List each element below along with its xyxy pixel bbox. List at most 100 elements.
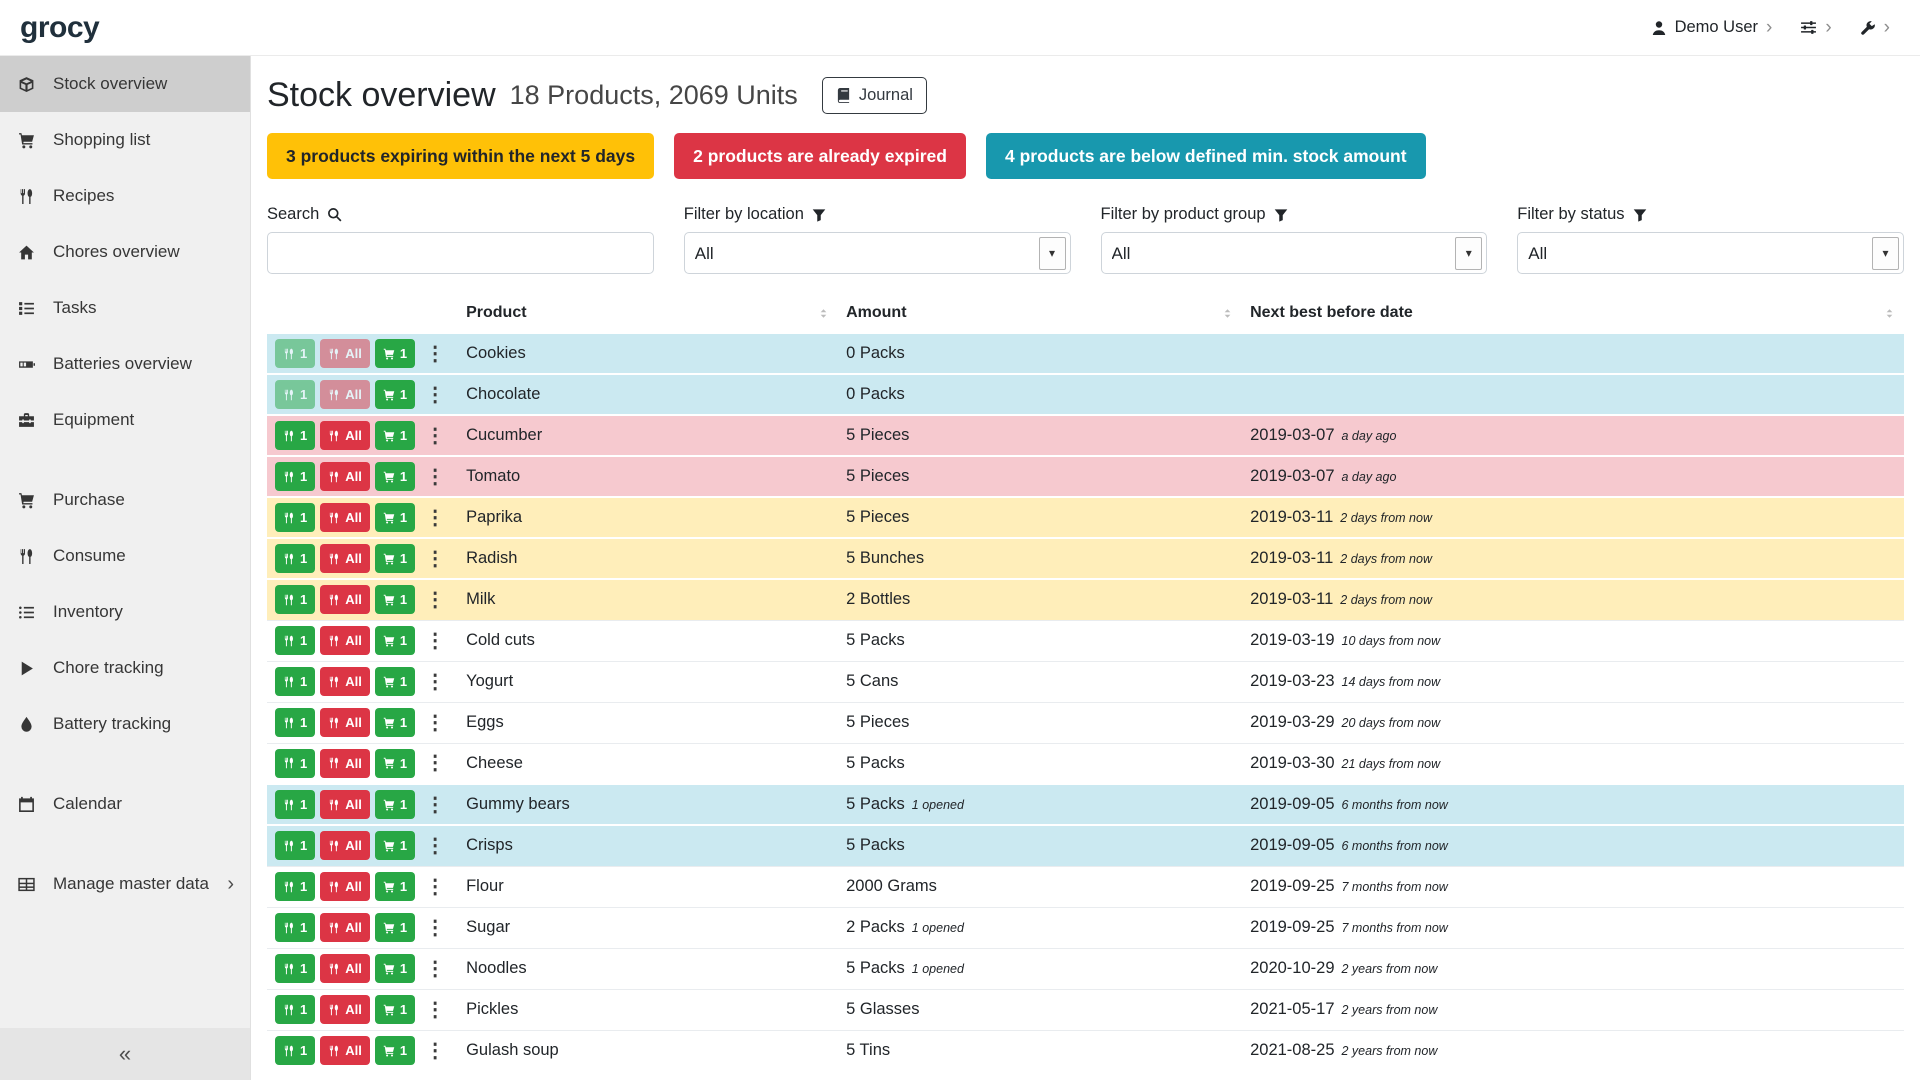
consume-all-button[interactable]: All [320,708,370,737]
consume-one-button[interactable]: 1 [275,872,315,901]
sort-icon[interactable] [1883,307,1896,320]
add-to-shopping-list-button[interactable]: 1 [375,708,415,737]
add-to-shopping-list-button[interactable]: 1 [375,831,415,860]
row-menu-button[interactable]: ⋮ [420,713,450,733]
row-menu-button[interactable]: ⋮ [420,1000,450,1020]
consume-all-button[interactable]: All [320,1036,370,1065]
row-menu-button[interactable]: ⋮ [420,385,450,405]
consume-all-button[interactable]: All [320,626,370,655]
consume-one-button[interactable]: 1 [275,421,315,450]
product-row[interactable]: 1All1⋮Cold cuts5 Packs2019-03-1910 days … [267,620,1904,661]
consume-one-button[interactable]: 1 [275,790,315,819]
sidebar-item-chore-tracking[interactable]: Chore tracking [0,640,250,696]
add-to-shopping-list-button[interactable]: 1 [375,913,415,942]
sidebar-item-inventory[interactable]: Inventory [0,584,250,640]
row-menu-button[interactable]: ⋮ [420,959,450,979]
product-row[interactable]: 1All1⋮Flour2000 Grams2019-09-257 months … [267,866,1904,907]
sort-icon[interactable] [1221,307,1234,320]
row-menu-button[interactable]: ⋮ [420,467,450,487]
consume-all-button[interactable]: All [320,380,370,409]
row-menu-button[interactable]: ⋮ [420,836,450,856]
consume-one-button[interactable]: 1 [275,995,315,1024]
product-row[interactable]: 1All1⋮Gummy bears5 Packs1 opened2019-09-… [267,784,1904,825]
add-to-shopping-list-button[interactable]: 1 [375,790,415,819]
consume-one-button[interactable]: 1 [275,954,315,983]
consume-all-button[interactable]: All [320,872,370,901]
journal-button[interactable]: Journal [822,77,927,114]
add-to-shopping-list-button[interactable]: 1 [375,626,415,655]
consume-all-button[interactable]: All [320,790,370,819]
sort-icon[interactable] [817,307,830,320]
consume-one-button[interactable]: 1 [275,462,315,491]
add-to-shopping-list-button[interactable]: 1 [375,995,415,1024]
sidebar-item-shopping-list[interactable]: Shopping list [0,112,250,168]
app-logo[interactable]: grocy [20,11,99,45]
sidebar-item-calendar[interactable]: Calendar [0,776,250,832]
add-to-shopping-list-button[interactable]: 1 [375,585,415,614]
sidebar-item-battery-tracking[interactable]: Battery tracking [0,696,250,752]
consume-all-button[interactable]: All [320,749,370,778]
product-row[interactable]: 1All1⋮Cucumber5 Pieces2019-03-07a day ag… [267,415,1904,456]
alert-below-min-stock[interactable]: 4 products are below defined min. stock … [986,133,1426,179]
sidebar-item-tasks[interactable]: Tasks [0,280,250,336]
consume-one-button[interactable]: 1 [275,380,315,409]
add-to-shopping-list-button[interactable]: 1 [375,667,415,696]
product-row[interactable]: 1All1⋮Milk2 Bottles2019-03-112 days from… [267,579,1904,620]
product-row[interactable]: 1All1⋮Eggs5 Pieces2019-03-2920 days from… [267,702,1904,743]
consume-all-button[interactable]: All [320,544,370,573]
add-to-shopping-list-button[interactable]: 1 [375,421,415,450]
row-menu-button[interactable]: ⋮ [420,590,450,610]
consume-all-button[interactable]: All [320,462,370,491]
amount-column-header[interactable]: Amount [838,298,1242,333]
consume-one-button[interactable]: 1 [275,544,315,573]
consume-one-button[interactable]: 1 [275,749,315,778]
add-to-shopping-list-button[interactable]: 1 [375,544,415,573]
product-row[interactable]: 1All1⋮Cheese5 Packs2019-03-3021 days fro… [267,743,1904,784]
sidebar-item-consume[interactable]: Consume [0,528,250,584]
product-row[interactable]: 1All1⋮Noodles5 Packs1 opened2020-10-292 … [267,948,1904,989]
add-to-shopping-list-button[interactable]: 1 [375,339,415,368]
consume-all-button[interactable]: All [320,954,370,983]
consume-all-button[interactable]: All [320,667,370,696]
row-menu-button[interactable]: ⋮ [420,753,450,773]
add-to-shopping-list-button[interactable]: 1 [375,380,415,409]
consume-all-button[interactable]: All [320,995,370,1024]
consume-one-button[interactable]: 1 [275,1036,315,1065]
product-row[interactable]: 1All1⋮Tomato5 Pieces2019-03-07a day ago [267,456,1904,497]
consume-all-button[interactable]: All [320,585,370,614]
consume-all-button[interactable]: All [320,339,370,368]
consume-one-button[interactable]: 1 [275,667,315,696]
product-row[interactable]: 1All1⋮Cookies0 Packs [267,333,1904,374]
consume-one-button[interactable]: 1 [275,708,315,737]
row-menu-button[interactable]: ⋮ [420,344,450,364]
settings-menu[interactable]: › [1800,18,1831,37]
add-to-shopping-list-button[interactable]: 1 [375,462,415,491]
product-column-header[interactable]: Product [458,298,838,333]
search-input[interactable] [267,232,654,274]
product-row[interactable]: 1All1⋮Chocolate0 Packs [267,374,1904,415]
consume-all-button[interactable]: All [320,503,370,532]
user-menu[interactable]: Demo User › [1651,18,1773,37]
sidebar-item-recipes[interactable]: Recipes [0,168,250,224]
sidebar-item-manage-master-data[interactable]: Manage master data› [0,856,250,912]
add-to-shopping-list-button[interactable]: 1 [375,749,415,778]
row-menu-button[interactable]: ⋮ [420,795,450,815]
row-menu-button[interactable]: ⋮ [420,508,450,528]
product-row[interactable]: 1All1⋮Pickles5 Glasses2021-05-172 years … [267,989,1904,1030]
sidebar-item-batteries-overview[interactable]: Batteries overview [0,336,250,392]
product-row[interactable]: 1All1⋮Yogurt5 Cans2019-03-2314 days from… [267,661,1904,702]
row-menu-button[interactable]: ⋮ [420,877,450,897]
consume-one-button[interactable]: 1 [275,585,315,614]
add-to-shopping-list-button[interactable]: 1 [375,503,415,532]
location-filter-select[interactable]: All [684,232,1071,274]
add-to-shopping-list-button[interactable]: 1 [375,1036,415,1065]
consume-all-button[interactable]: All [320,831,370,860]
row-menu-button[interactable]: ⋮ [420,918,450,938]
product-row[interactable]: 1All1⋮Gulash soup5 Tins2021-08-252 years… [267,1030,1904,1071]
sidebar-item-chores-overview[interactable]: Chores overview [0,224,250,280]
add-to-shopping-list-button[interactable]: 1 [375,872,415,901]
row-menu-button[interactable]: ⋮ [420,672,450,692]
consume-one-button[interactable]: 1 [275,503,315,532]
status-filter-select[interactable]: All [1517,232,1904,274]
row-menu-button[interactable]: ⋮ [420,426,450,446]
